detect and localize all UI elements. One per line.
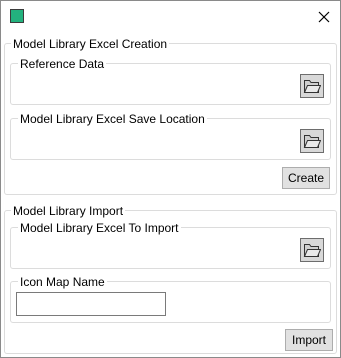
- close-icon: [313, 6, 335, 28]
- excel-to-import-browse-button[interactable]: [300, 238, 324, 262]
- icon-map-label: Icon Map Name: [18, 275, 107, 289]
- dialog-window: Model Library Excel Creation Reference D…: [0, 0, 341, 358]
- save-location-label: Model Library Excel Save Location: [18, 112, 207, 126]
- folder-icon: [301, 77, 323, 95]
- folder-icon: [301, 132, 323, 150]
- import-button[interactable]: Import: [285, 329, 333, 351]
- create-button[interactable]: Create: [282, 167, 330, 189]
- icon-map-name-input[interactable]: [16, 292, 166, 316]
- close-button[interactable]: [313, 6, 335, 28]
- reference-data-browse-button[interactable]: [300, 74, 324, 98]
- app-icon: [10, 9, 24, 23]
- save-location-browse-button[interactable]: [300, 129, 324, 153]
- folder-icon: [301, 241, 323, 259]
- title-bar: [1, 1, 340, 32]
- reference-data-label: Reference Data: [18, 57, 107, 71]
- creation-group-title: Model Library Excel Creation: [11, 37, 170, 51]
- import-group-title: Model Library Import: [11, 204, 126, 218]
- excel-to-import-label: Model Library Excel To Import: [18, 221, 181, 235]
